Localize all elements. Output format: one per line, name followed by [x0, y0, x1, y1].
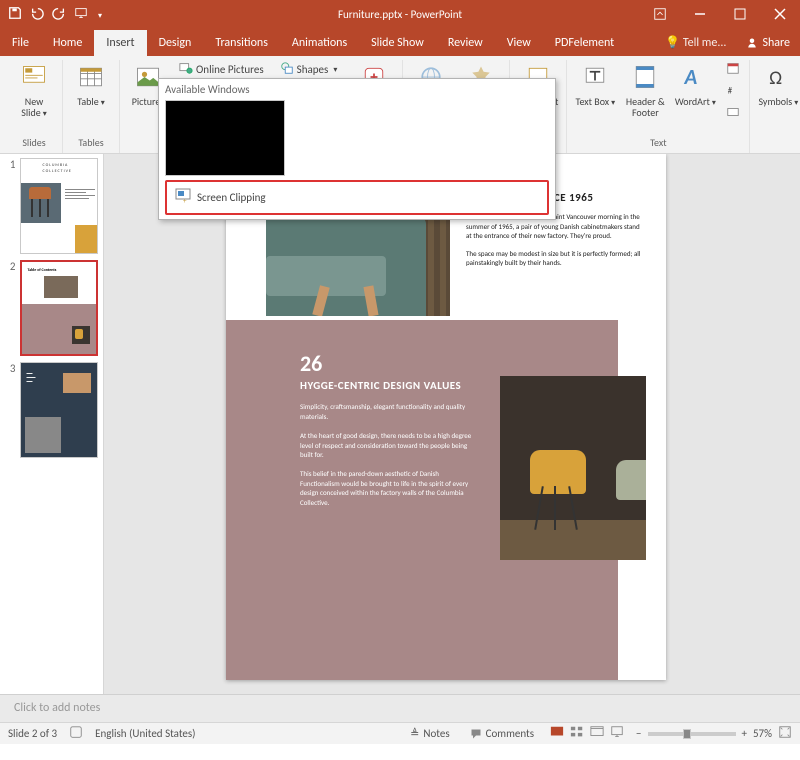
section-title: HYGGE-CENTRIC DESIGN VALUES	[300, 379, 480, 392]
wordart-button[interactable]: A WordArt	[673, 60, 717, 108]
maximize-button[interactable]	[720, 0, 760, 28]
table-button[interactable]: Table	[69, 60, 113, 108]
new-slide-button[interactable]: New Slide	[12, 60, 56, 119]
svg-text:+: +	[183, 196, 187, 204]
title-bar: Furniture.pptx - PowerPoint	[0, 0, 800, 28]
redo-icon[interactable]	[52, 6, 66, 23]
shapes-button[interactable]: Shapes	[277, 60, 341, 79]
chairs-image[interactable]	[500, 376, 646, 560]
screen-clipping-icon: +	[175, 188, 191, 207]
body-text: Simplicity, craftsmanship, elegant funct…	[300, 402, 480, 421]
wordart-icon: A	[678, 60, 712, 94]
body-text: The space may be modest in size but it i…	[466, 249, 646, 268]
tab-file[interactable]: File	[0, 30, 41, 56]
svg-text:#: #	[728, 87, 733, 97]
tab-home[interactable]: Home	[41, 30, 94, 56]
table-icon	[74, 60, 108, 94]
start-slideshow-icon[interactable]	[74, 6, 88, 23]
date-time-icon	[726, 61, 740, 78]
ribbon-options-icon[interactable]	[640, 0, 680, 28]
tab-slideshow[interactable]: Slide Show	[359, 30, 436, 56]
status-bar: Slide 2 of 3 English (United States) ≜ N…	[0, 722, 800, 744]
tell-me[interactable]: 💡 Tell me...	[655, 29, 736, 56]
tab-insert[interactable]: Insert	[94, 30, 146, 56]
tab-animations[interactable]: Animations	[280, 30, 359, 56]
online-pictures-icon	[179, 61, 193, 78]
tab-pdfelement[interactable]: PDFelement	[543, 30, 626, 56]
zoom-in-button[interactable]: +	[742, 727, 747, 740]
slideshow-view-icon[interactable]	[610, 725, 624, 742]
tab-review[interactable]: Review	[436, 30, 495, 56]
slide-number-icon: #	[726, 83, 740, 100]
tab-design[interactable]: Design	[147, 30, 204, 56]
header-footer-button[interactable]: Header & Footer	[623, 60, 667, 118]
slide-content[interactable]: 24 OUR HISTORY SINCE 1965 At the brink o…	[226, 154, 666, 680]
slide-canvas[interactable]: 24 OUR HISTORY SINCE 1965 At the brink o…	[104, 154, 800, 694]
slide-thumbnails-panel: 1 COLUMBIA COLLECTIVE 2 Table of Content…	[0, 154, 104, 694]
text-box-icon	[578, 60, 612, 94]
view-buttons	[550, 725, 624, 742]
body-text: At the heart of good design, there needs…	[300, 431, 480, 459]
symbols-icon: Ω	[761, 60, 795, 94]
object-button[interactable]	[723, 104, 743, 123]
window-title: Furniture.pptx - PowerPoint	[338, 8, 462, 21]
date-time-button[interactable]	[723, 60, 743, 79]
slide-thumbnail-3[interactable]: ▬▬▬▬▬▬▬	[20, 362, 98, 458]
screen-clipping-item[interactable]: + Screen Clipping	[165, 180, 549, 215]
available-windows-header: Available Windows	[159, 79, 555, 100]
sorter-view-icon[interactable]	[570, 725, 584, 742]
spellcheck-icon[interactable]	[69, 725, 83, 742]
object-icon	[726, 105, 740, 122]
close-button[interactable]	[760, 0, 800, 28]
svg-text:A: A	[684, 64, 698, 90]
symbols-button[interactable]: Ω Symbols	[756, 60, 800, 108]
save-icon[interactable]	[8, 6, 22, 23]
normal-view-icon[interactable]	[550, 725, 564, 742]
thumb-number: 3	[6, 362, 16, 375]
notes-toggle[interactable]: ≜ Notes	[406, 727, 453, 740]
ribbon-tabs: File Home Insert Design Transitions Anim…	[0, 28, 800, 56]
notes-pane[interactable]: Click to add notes	[0, 694, 800, 722]
comments-toggle[interactable]: Comments	[466, 727, 538, 740]
online-pictures-button[interactable]: Online Pictures	[176, 60, 267, 79]
tab-view[interactable]: View	[495, 30, 543, 56]
available-window-thumb[interactable]	[165, 100, 285, 176]
thumb-number: 1	[6, 158, 16, 171]
slide-thumbnail-2[interactable]: Table of Contents	[20, 260, 98, 356]
minimize-button[interactable]	[680, 0, 720, 28]
shapes-icon	[280, 61, 294, 78]
zoom-percent[interactable]: 57%	[753, 727, 772, 740]
undo-icon[interactable]	[30, 6, 44, 23]
editor-area: 1 COLUMBIA COLLECTIVE 2 Table of Content…	[0, 154, 800, 694]
language-indicator[interactable]: English (United States)	[95, 727, 195, 740]
group-tables: Tables	[78, 134, 103, 153]
zoom-controls: − + 57%	[636, 725, 792, 742]
header-footer-icon	[628, 60, 662, 94]
qat-customize-icon[interactable]	[96, 8, 102, 21]
share-button[interactable]: Share	[736, 30, 800, 56]
zoom-out-button[interactable]: −	[636, 727, 641, 740]
slide-number-button[interactable]: #	[723, 82, 743, 101]
group-slides: Slides	[22, 134, 45, 153]
thumb-number: 2	[6, 260, 16, 273]
section-number: 26	[300, 350, 480, 377]
svg-text:Ω: Ω	[770, 67, 783, 90]
text-box-button[interactable]: Text Box	[573, 60, 617, 108]
screenshot-dropdown: Available Windows + Screen Clipping	[158, 78, 556, 220]
slide-indicator[interactable]: Slide 2 of 3	[8, 727, 57, 740]
section-26[interactable]: 26 HYGGE-CENTRIC DESIGN VALUES Simplicit…	[300, 350, 480, 507]
zoom-slider[interactable]	[648, 732, 736, 736]
ribbon-insert: New Slide Slides Table Tables Pictures O…	[0, 56, 800, 154]
body-text: This belief in the pared-down aesthetic …	[300, 469, 480, 507]
group-text: Text	[650, 134, 667, 153]
reading-view-icon[interactable]	[590, 725, 604, 742]
fit-to-window-icon[interactable]	[778, 725, 792, 742]
new-slide-icon	[17, 60, 51, 94]
tab-transitions[interactable]: Transitions	[203, 30, 280, 56]
slide-thumbnail-1[interactable]: COLUMBIA COLLECTIVE	[20, 158, 98, 254]
